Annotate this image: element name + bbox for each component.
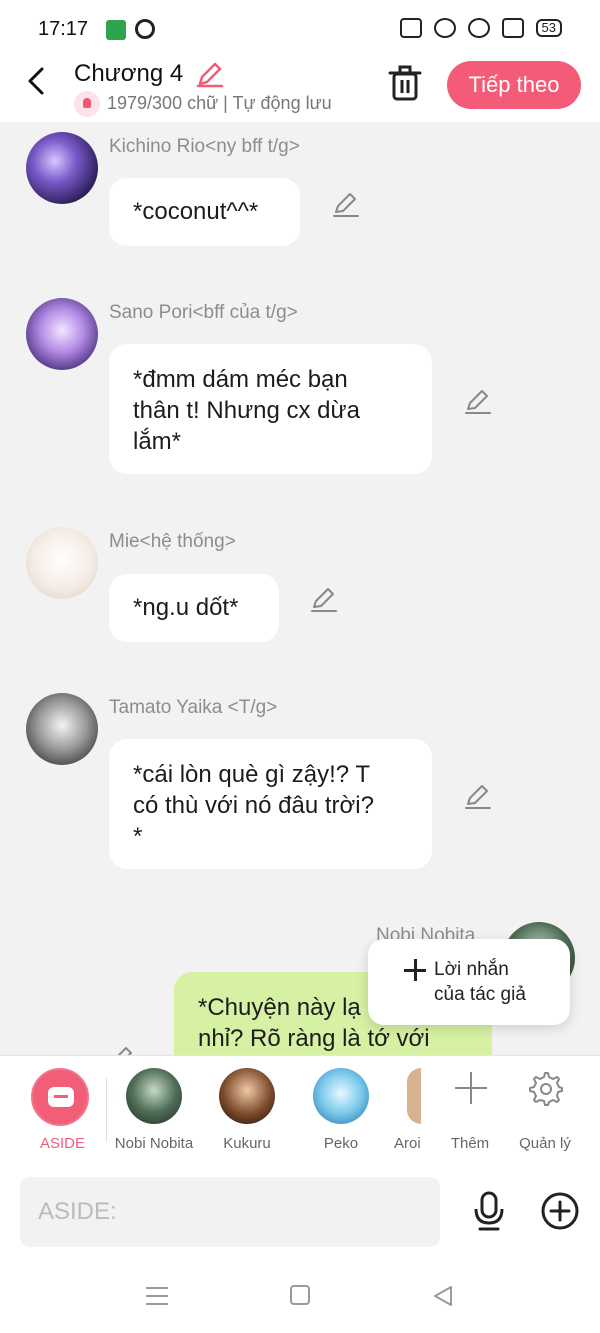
message-bubble[interactable]: *ng.u dốt* — [109, 574, 279, 642]
edit-message-icon[interactable] — [108, 1044, 136, 1055]
system-nav-bar — [0, 1265, 600, 1333]
sim-icon — [501, 18, 524, 38]
message-text: *coconut^^* — [133, 198, 259, 225]
sender-name: Mie<hệ thống> — [109, 531, 236, 552]
aside-label: ASIDE — [40, 1135, 86, 1152]
edit-message-icon[interactable] — [464, 387, 492, 415]
message-text: *ng.u dốt* — [133, 594, 239, 621]
app-notification-icon — [106, 20, 126, 40]
character-aroi[interactable] — [407, 1068, 421, 1124]
aside-button[interactable] — [31, 1068, 89, 1126]
bell-icon — [74, 91, 100, 117]
chapter-header: Chương 4 1979/300 chữ | Tự động lưu Tiếp… — [0, 58, 600, 122]
home-icon[interactable] — [290, 1285, 310, 1305]
edit-message-icon[interactable] — [310, 585, 338, 613]
message-line: *đmm dám méc bạn — [133, 366, 348, 393]
edit-message-icon[interactable] — [332, 190, 360, 218]
message-bubble[interactable]: *coconut^^* — [109, 178, 300, 246]
chapter-title[interactable]: Chương 4 — [74, 60, 183, 88]
character-label: Aroi — [394, 1135, 421, 1152]
message-line: nhỉ? Rõ ràng là tớ với — [198, 1025, 430, 1052]
author-note-label: Lời nhắn — [434, 959, 509, 980]
sender-name: Sano Pori<bff của t/g> — [109, 302, 298, 323]
trash-icon[interactable] — [388, 64, 422, 102]
edit-title-icon[interactable] — [196, 60, 224, 88]
next-button[interactable]: Tiếp theo — [447, 61, 581, 109]
message-line: lắm* — [133, 428, 182, 455]
back-arrow-icon[interactable] — [22, 66, 52, 96]
character-selector: ASIDE Nobi Nobita Kukuru Peko Aroi Thêm … — [0, 1055, 600, 1165]
message-bubble[interactable]: *đmm dám méc bạn thân t! Nhưng cx dừa lắ… — [109, 344, 432, 474]
avatar[interactable] — [26, 693, 98, 765]
avatar[interactable] — [26, 527, 98, 599]
word-count-status: 1979/300 chữ | Tự động lưu — [107, 93, 332, 113]
status-icons: 53 — [399, 18, 562, 38]
avatar[interactable] — [26, 298, 98, 370]
add-character-icon[interactable] — [455, 1072, 487, 1104]
character-label: Nobi Nobita — [114, 1135, 194, 1152]
chat-bubble-icon — [48, 1087, 74, 1107]
divider — [106, 1078, 107, 1142]
sender-name: Tamato Yaika <T/g> — [109, 697, 278, 718]
pinterest-icon — [135, 19, 155, 39]
add-circle-icon[interactable] — [540, 1191, 580, 1231]
chat-area[interactable]: Kichino Rio<ny bff t/g> *coconut^^* Sano… — [0, 122, 600, 1055]
back-triangle-icon[interactable] — [432, 1285, 454, 1307]
avatar[interactable] — [26, 132, 98, 204]
character-kukuru[interactable] — [219, 1068, 275, 1124]
author-note-button[interactable]: Lời nhắn của tác giả — [368, 939, 570, 1025]
input-row — [0, 1165, 600, 1265]
message-line: * — [133, 823, 143, 850]
vibrate-icon — [399, 18, 422, 38]
plus-icon — [404, 959, 426, 981]
character-label: Peko — [323, 1135, 359, 1152]
microphone-icon[interactable] — [470, 1191, 508, 1231]
menu-icon[interactable] — [146, 1287, 168, 1305]
message-bubble[interactable]: *cái lòn què gì zậy!? T có thù với nó đâ… — [109, 739, 432, 869]
character-peko[interactable] — [313, 1068, 369, 1124]
manage-label: Quản lý — [519, 1135, 571, 1152]
gear-icon[interactable] — [527, 1070, 563, 1106]
edit-message-icon[interactable] — [464, 782, 492, 810]
wifi-icon — [467, 18, 490, 38]
sender-name: Kichino Rio<ny bff t/g> — [109, 136, 300, 157]
status-time: 17:17 — [38, 18, 89, 40]
author-note-label: của tác giả — [434, 984, 526, 1005]
alarm-icon — [433, 18, 456, 38]
status-bar: 17:17 53 — [0, 0, 600, 58]
character-label: Kukuru — [223, 1135, 271, 1152]
message-line: có thù với nó đâu trời? — [133, 792, 374, 819]
message-line: thân t! Nhưng cx dừa — [133, 397, 360, 424]
character-nobi-nobita[interactable] — [126, 1068, 182, 1124]
message-line: *cái lòn què gì zậy!? T — [133, 761, 371, 788]
battery-icon: 53 — [535, 19, 562, 37]
message-input[interactable] — [20, 1177, 440, 1247]
